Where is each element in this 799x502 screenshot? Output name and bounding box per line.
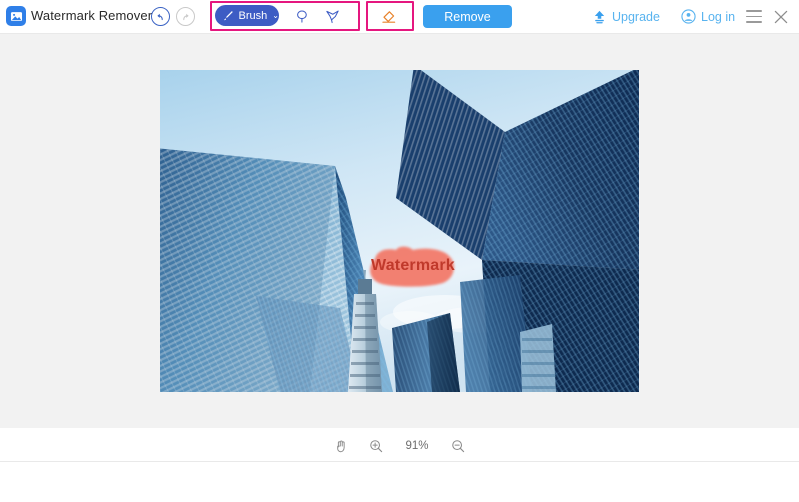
polygon-lasso-icon (325, 10, 339, 23)
redo-button[interactable] (176, 7, 195, 26)
app-window: Watermark Remover Brush ⌄ Remove Upgrade… (0, 0, 799, 502)
hamburger-line (746, 10, 762, 12)
zoom-out-icon[interactable] (449, 437, 467, 455)
zoom-toolbar: 91% (0, 432, 799, 460)
brush-tool-button[interactable]: Brush ⌄ (215, 5, 279, 26)
zoom-out-glyph (452, 440, 465, 453)
close-glyph (774, 10, 788, 24)
upload-arrow-icon (594, 10, 605, 24)
close-x-icon[interactable] (772, 8, 790, 26)
lasso-tool-button[interactable] (292, 6, 312, 26)
hamburger-line (746, 21, 762, 23)
remove-button[interactable]: Remove (423, 5, 512, 28)
upgrade-label: Upgrade (612, 9, 660, 24)
eraser-icon (382, 11, 396, 23)
image-logo-icon (6, 6, 26, 26)
polygon-lasso-tool-button[interactable] (322, 6, 342, 26)
app-header: Watermark Remover Brush ⌄ Remove Upgrade… (0, 0, 799, 33)
image-logo-glyph (10, 11, 22, 21)
zoom-in-glyph (370, 440, 383, 453)
undo-button[interactable] (151, 7, 170, 26)
chevron-down-icon: ⌄ (272, 10, 279, 20)
hand-tool-icon[interactable] (332, 437, 350, 455)
zoom-level-value: 91% (405, 440, 429, 452)
hamburger-line (746, 15, 762, 18)
app-logo (6, 6, 26, 26)
hamburger-menu-icon[interactable] (746, 10, 762, 23)
app-title: Watermark Remover (31, 8, 153, 23)
upgrade-link[interactable]: Upgrade (592, 9, 660, 24)
lasso-icon (296, 10, 307, 23)
editor-stage[interactable]: Watermark (0, 34, 799, 428)
app-footer: New Image Crop Download (0, 462, 799, 502)
undo-arrow-icon (157, 13, 163, 21)
eraser-tool-button[interactable] (379, 6, 399, 26)
hand-glyph (337, 440, 345, 453)
login-label: Log in (701, 9, 736, 24)
skyscraper-photo (160, 70, 639, 392)
paintbrush-icon (223, 11, 233, 21)
user-circle-icon (681, 9, 696, 24)
zoom-in-icon[interactable] (367, 437, 385, 455)
redo-arrow-icon (183, 13, 189, 21)
login-link[interactable]: Log in (681, 9, 735, 24)
image-canvas[interactable] (160, 70, 639, 392)
brush-tool-label: Brush (238, 9, 268, 22)
